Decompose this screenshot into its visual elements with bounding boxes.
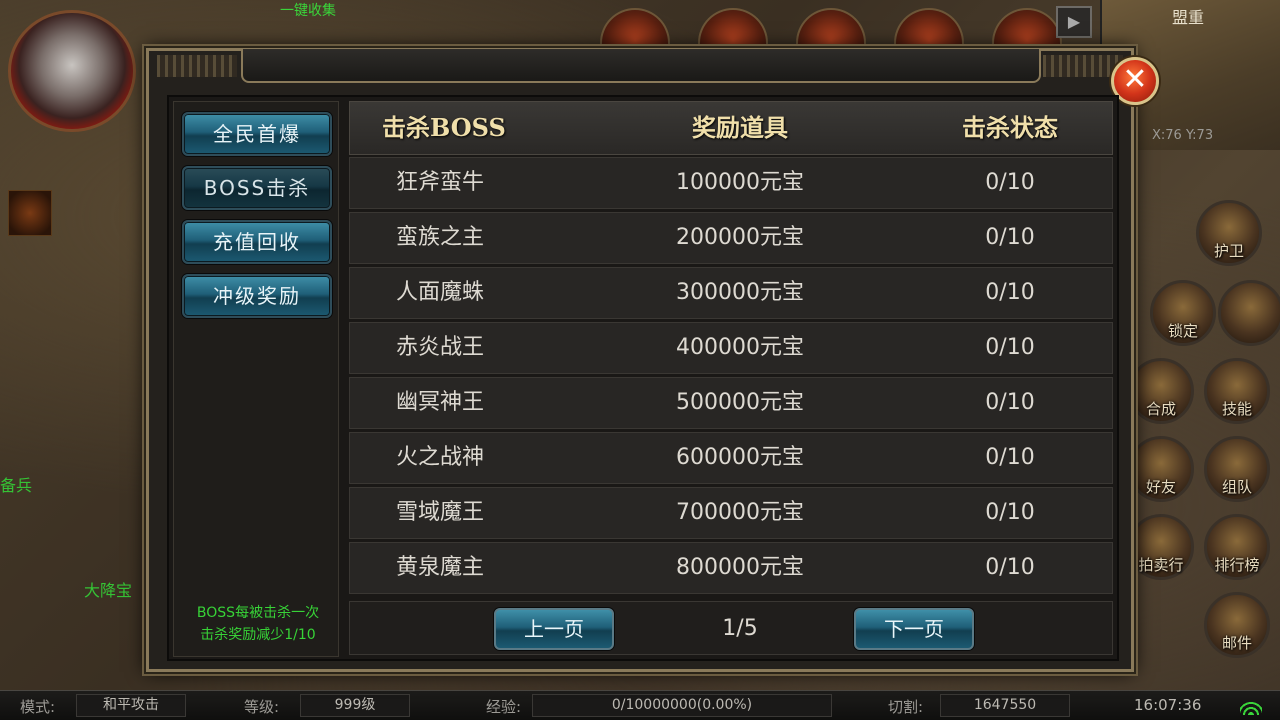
tab-first-drop[interactable]: 全民首爆 — [182, 112, 332, 156]
table-row: 狂斧蛮牛 100000元宝 0/10 — [349, 157, 1113, 209]
pagination: 上一页 1/5 下一页 — [349, 601, 1113, 655]
note-line: 击杀奖励减少1/10 — [200, 627, 316, 643]
note-line: BOSS每被击杀一次 — [196, 605, 320, 621]
mode-value[interactable]: 和平攻击 — [76, 694, 186, 717]
reward-value: 500000元宝 — [676, 390, 804, 415]
boss-name: 雪域魔王 — [396, 500, 485, 525]
guard-button[interactable]: 护卫 — [1196, 200, 1262, 266]
ranking-button[interactable]: 排行榜 — [1204, 514, 1270, 580]
kill-status: 0/10 — [985, 555, 1035, 580]
table-header: 击杀BOSS 奖励道具 击杀状态 — [349, 101, 1113, 155]
boss-name: 蛮族之主 — [396, 225, 485, 250]
guard-label: 护卫 — [1213, 242, 1244, 260]
boss-name: 赤炎战王 — [396, 335, 485, 360]
dialog-body: 全民首爆 BOSS击杀 充值回收 冲级奖励 BOSS每被击杀一次 击杀奖励减少1… — [167, 95, 1119, 661]
next-page-button[interactable]: 下一页 — [854, 608, 974, 650]
boss-kill-note: BOSS每被击杀一次 击杀奖励减少1/10 — [180, 602, 336, 646]
table-row: 幽冥神王 500000元宝 0/10 — [349, 377, 1113, 429]
ranking-label: 排行榜 — [1214, 556, 1260, 574]
reward-value: 800000元宝 — [676, 555, 804, 580]
skills-button[interactable]: 技能 — [1204, 358, 1270, 424]
dialog-titlebar — [241, 49, 1041, 83]
synthesis-button[interactable]: 合成 — [1128, 358, 1194, 424]
expand-arrow-button[interactable]: ▶ — [1056, 6, 1092, 38]
auction-label: 拍卖行 — [1138, 556, 1184, 574]
table-row: 雪域魔王 700000元宝 0/10 — [349, 487, 1113, 539]
tab-recharge-recycle[interactable]: 充值回收 — [182, 220, 332, 264]
kill-status: 0/10 — [985, 445, 1035, 470]
auction-button[interactable]: 拍卖行 — [1128, 514, 1194, 580]
reward-value: 600000元宝 — [676, 445, 804, 470]
npc-label: 大降宝 — [84, 581, 133, 600]
friends-label: 好友 — [1145, 478, 1176, 496]
minimap-coordinates: X:76 Y:73 — [1152, 128, 1214, 143]
reward-value: 100000元宝 — [676, 170, 804, 195]
table-row: 人面魔蛛 300000元宝 0/10 — [349, 267, 1113, 319]
table-row: 赤炎战王 400000元宝 0/10 — [349, 322, 1113, 374]
reward-value: 200000元宝 — [676, 225, 804, 250]
tab-panel: 全民首爆 BOSS击杀 充值回收 冲级奖励 BOSS每被击杀一次 击杀奖励减少1… — [173, 101, 339, 657]
boss-name: 火之战神 — [396, 445, 485, 470]
tab-level-reward[interactable]: 冲级奖励 — [182, 274, 332, 318]
buff-icon[interactable] — [8, 190, 52, 236]
header-boss: 击杀BOSS — [382, 113, 506, 142]
level-label: 等级: — [244, 698, 280, 716]
minimap-title: 盟重 — [1172, 8, 1205, 27]
top-skill-strip — [130, 0, 1090, 48]
team-button[interactable]: 组队 — [1204, 436, 1270, 502]
page-indicator: 1/5 — [722, 616, 758, 641]
player-avatar[interactable] — [8, 10, 136, 132]
kill-status: 0/10 — [985, 225, 1035, 250]
exp-label: 经验: — [486, 698, 522, 716]
header-reward: 奖励道具 — [692, 113, 788, 142]
synthesis-label: 合成 — [1145, 400, 1176, 418]
top-orb-icon[interactable] — [992, 8, 1062, 48]
table-row: 黄泉魔主 800000元宝 0/10 — [349, 542, 1113, 594]
reward-value: 400000元宝 — [676, 335, 804, 360]
kill-status: 0/10 — [985, 280, 1035, 305]
prev-page-button[interactable]: 上一页 — [494, 608, 614, 650]
boss-table: 击杀BOSS 奖励道具 击杀状态 狂斧蛮牛 100000元宝 0/10 蛮族之主… — [349, 101, 1113, 657]
skills-label: 技能 — [1221, 400, 1252, 418]
top-orb-icon[interactable] — [796, 8, 866, 48]
table-row: 火之战神 600000元宝 0/10 — [349, 432, 1113, 484]
mode-label: 模式: — [20, 698, 56, 716]
table-row: 蛮族之主 200000元宝 0/10 — [349, 212, 1113, 264]
team-label: 组队 — [1221, 478, 1252, 496]
npc-label: 备兵 — [0, 476, 33, 495]
boss-reward-dialog: ✕ 全民首爆 BOSS击杀 充值回收 冲级奖励 BOSS每被击杀一次 击杀奖励减… — [146, 48, 1159, 672]
kill-status: 0/10 — [985, 170, 1035, 195]
cut-label: 切割: — [888, 698, 924, 716]
top-orb-icon[interactable] — [698, 8, 768, 48]
friends-button[interactable]: 好友 — [1128, 436, 1194, 502]
diamond-button[interactable] — [1218, 280, 1280, 346]
clock: 16:07:36 — [1134, 696, 1202, 714]
lock-button[interactable]: 锁定 — [1150, 280, 1216, 346]
boss-name: 黄泉魔主 — [396, 555, 485, 580]
boss-name: 人面魔蛛 — [396, 280, 485, 305]
mail-label: 邮件 — [1221, 634, 1252, 652]
boss-name: 狂斧蛮牛 — [396, 170, 485, 195]
lock-label: 锁定 — [1167, 322, 1198, 340]
boss-name: 幽冥神王 — [396, 390, 485, 415]
frame-ornament — [157, 55, 237, 77]
top-orb-icon[interactable] — [894, 8, 964, 48]
reward-value: 700000元宝 — [676, 500, 804, 525]
kill-status: 0/10 — [985, 390, 1035, 415]
header-status: 击杀状态 — [962, 113, 1058, 142]
wifi-icon — [1240, 697, 1262, 715]
kill-status: 0/10 — [985, 500, 1035, 525]
cut-value: 1647550 — [940, 694, 1070, 717]
exp-value: 0/10000000(0.00%) — [532, 694, 832, 717]
top-orb-icon[interactable] — [600, 8, 670, 48]
reward-value: 300000元宝 — [676, 280, 804, 305]
level-value: 999级 — [300, 694, 410, 717]
kill-status: 0/10 — [985, 335, 1035, 360]
mail-button[interactable]: 邮件 — [1204, 592, 1270, 658]
status-bar: 模式: 和平攻击 等级: 999级 经验: 0/10000000(0.00%) … — [0, 690, 1280, 720]
tab-boss-kill[interactable]: BOSS击杀 — [182, 166, 332, 210]
